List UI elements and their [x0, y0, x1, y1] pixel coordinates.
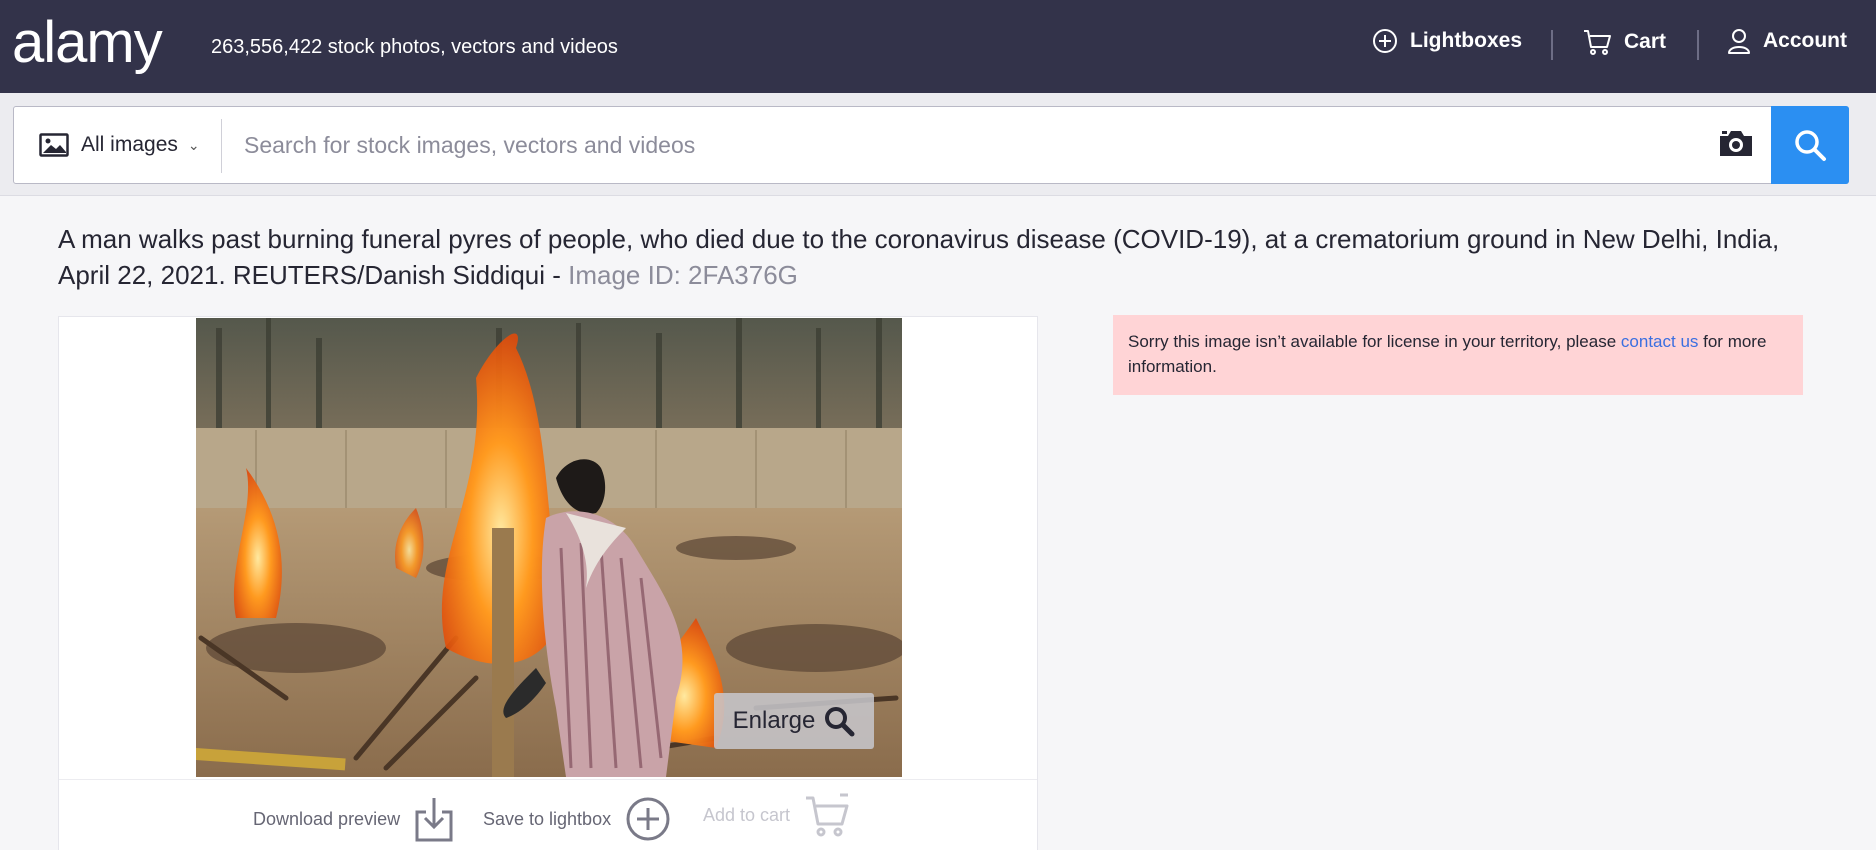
magnifier-icon: [825, 707, 855, 737]
nav-divider: [1697, 30, 1699, 60]
chevron-down-icon: ⌄: [187, 136, 200, 153]
search-box: All images ⌄: [13, 106, 1849, 184]
caption-text: A man walks past burning funeral pyres o…: [58, 224, 1780, 290]
panel-divider: [59, 779, 1037, 780]
add-to-cart-label: Add to cart: [703, 804, 791, 825]
cart-label: Cart: [1624, 30, 1667, 53]
notice-text-before: Sorry this image isn’t available for lic…: [1128, 332, 1621, 351]
plus-circle-icon: [626, 797, 670, 841]
search-input[interactable]: [244, 121, 1694, 169]
download-icon: [415, 798, 453, 842]
camera-icon[interactable]: [1717, 127, 1755, 159]
save-to-lightbox-label: Save to lightbox: [483, 808, 612, 829]
save-to-lightbox-link[interactable]: Save to lightbox: [483, 796, 671, 842]
account-label: Account: [1763, 29, 1847, 52]
search-icon: [1795, 130, 1826, 161]
account-link[interactable]: Account: [1727, 28, 1847, 54]
add-to-cart-link[interactable]: Add to cart: [703, 792, 850, 838]
search-bar-area: All images ⌄: [0, 93, 1876, 196]
lightboxes-label: Lightboxes: [1410, 29, 1523, 52]
search-button[interactable]: [1771, 106, 1849, 184]
image-panel: Enlarge Download preview Save to lightbo…: [58, 316, 1038, 850]
image-id: Image ID: 2FA376G: [568, 260, 798, 290]
alamy-logo[interactable]: alamy: [12, 8, 163, 78]
image-caption: A man walks past burning funeral pyres o…: [58, 221, 1818, 293]
cart-icon: [806, 793, 849, 837]
nav-divider: [1551, 30, 1553, 60]
image-type-dropdown[interactable]: All images ⌄: [14, 107, 221, 183]
image-type-label: All images: [81, 133, 178, 156]
cart-icon: [1584, 30, 1611, 55]
top-header: alamy 263,556,422 stock photos, vectors …: [0, 0, 1876, 93]
contact-us-link[interactable]: contact us: [1621, 332, 1699, 351]
user-icon: [1728, 29, 1750, 54]
image-icon: [39, 133, 69, 157]
download-preview-label: Download preview: [253, 808, 401, 829]
stock-photo[interactable]: Enlarge: [196, 318, 902, 777]
cart-link[interactable]: Cart: [1582, 28, 1666, 56]
image-actions: Download preview Save to lightbox Add to…: [59, 792, 1037, 850]
enlarge-button[interactable]: Enlarge: [714, 693, 874, 749]
download-preview-link[interactable]: Download preview: [253, 796, 454, 842]
plus-circle-icon: [1373, 29, 1397, 53]
search-divider: [221, 119, 222, 173]
tagline: 263,556,422 stock photos, vectors and vi…: [211, 36, 618, 58]
lightboxes-link[interactable]: Lightboxes: [1372, 28, 1522, 54]
license-notice: Sorry this image isn’t available for lic…: [1113, 315, 1803, 395]
enlarge-label: Enlarge: [732, 707, 816, 734]
